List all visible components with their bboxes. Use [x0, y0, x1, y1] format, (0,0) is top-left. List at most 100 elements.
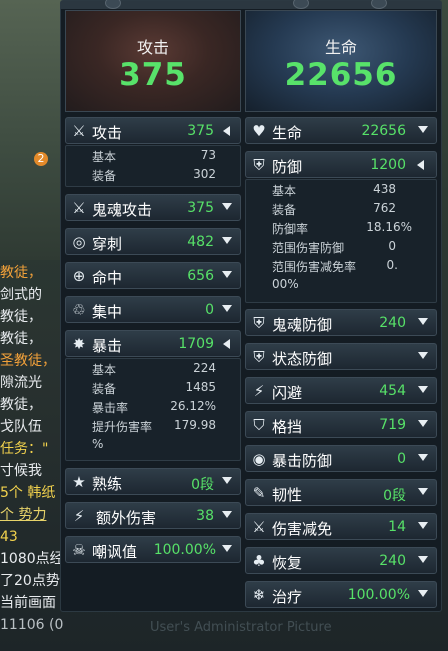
chat-line: 了20点势 [0, 573, 60, 589]
stat-label: 鬼魂防御 [272, 316, 333, 334]
chat-line: 43 [0, 529, 18, 545]
stat-value: 100.00% [153, 542, 216, 558]
collapse-arrow-icon[interactable] [417, 160, 424, 170]
stat-ghost-attack[interactable]: ⚔ 鬼魂攻击 375 [65, 194, 241, 221]
stat-ghost-defense[interactable]: ⛨ 鬼魂防御 240 [245, 309, 437, 336]
stat-label: 嘲讽值 [92, 543, 138, 561]
chat-log: 教徒， 剑式的 教徒， 教徒， 圣教徒， 隙流光 教徒， 戈队伍 任务：" 寸候我 5个 韩纸个 势… [0, 262, 64, 651]
expand-arrow-icon[interactable] [222, 477, 232, 484]
expand-arrow-icon[interactable] [418, 522, 428, 529]
expand-arrow-icon[interactable] [418, 386, 428, 393]
expand-arrow-icon[interactable] [222, 203, 232, 210]
breakdown-row: 装备 1485 [92, 380, 216, 396]
chat-line: 当前画面 [0, 595, 56, 611]
stat-status-defense[interactable]: ⛨ 状态防御 [245, 343, 437, 370]
chat-badge[interactable]: 2 [34, 152, 48, 166]
stat-defense[interactable]: ⛨ 防御 1200 [245, 151, 437, 178]
stat-evade[interactable]: ⚡ 闪避 454 [245, 377, 437, 404]
chat-line: 教徒， [0, 309, 42, 325]
chat-line: 戈队伍 [0, 419, 42, 435]
defense-breakdown: 基本 438 装备 762 防御率 18.16% 范围伤害防御 0 范围伤害减免… [245, 179, 437, 303]
stat-value: 454 [379, 383, 406, 399]
breakdown-value: 224 [193, 361, 216, 375]
breakdown-label: 基本 [92, 150, 117, 164]
expand-arrow-icon[interactable] [222, 305, 232, 312]
stat-toughness[interactable]: ✎ 韧性 0段 [245, 479, 437, 506]
hp-summary: 生命 22656 [245, 10, 437, 112]
shield-icon: ⛨ [253, 156, 265, 174]
stat-mastery[interactable]: ★ 熟练 0段 [65, 468, 241, 495]
stat-value: 1200 [370, 157, 406, 173]
stat-crit-defense[interactable]: ◉ 暴击防御 0 [245, 445, 437, 472]
pierce-icon: ◎ [72, 233, 86, 251]
chat-line: 剑式的 [0, 287, 42, 303]
breakdown-label: 基本 [92, 363, 117, 377]
breakdown-row-wrap: % [92, 437, 216, 453]
stat-label: 生命 [272, 124, 303, 142]
stat-value: 656 [187, 268, 214, 284]
stat-label: 命中 [92, 269, 123, 287]
stat-taunt[interactable]: ☠ 嘲讽值 100.00% [65, 536, 241, 563]
expand-arrow-icon[interactable] [418, 318, 428, 325]
breakdown-label: 防御率 [272, 222, 309, 236]
breakdown-label: 范围伤害减免率 [272, 260, 357, 274]
stat-value: 0段 [191, 477, 214, 493]
attack-summary-title: 攻击 [136, 38, 169, 57]
expand-arrow-icon[interactable] [222, 271, 232, 278]
stat-label: 状态防御 [272, 350, 333, 368]
expand-arrow-icon[interactable] [222, 511, 232, 518]
expand-arrow-icon[interactable] [222, 545, 232, 552]
watermark-text: User's Administrator Picture [150, 620, 332, 635]
breakdown-row: 装备 762 [272, 201, 396, 217]
breakdown-row: 提升伤害率 179.98 [92, 418, 216, 434]
breakdown-value: 0 [388, 239, 396, 253]
expand-arrow-icon[interactable] [418, 454, 428, 461]
sword-icon: ⚔ [72, 122, 86, 140]
ghost-shield-icon: ⛨ [253, 314, 265, 332]
stat-value: 38 [196, 508, 214, 524]
stat-label: 恢复 [272, 554, 303, 572]
expand-arrow-icon[interactable] [418, 488, 428, 495]
collapse-arrow-icon[interactable] [223, 339, 230, 349]
stat-hp[interactable]: ♥ 生命 22656 [245, 117, 437, 144]
character-stats-panel: 攻击 375 生命 22656 ⚔ 攻击 375 基本 73 装备 302 ⚔ … [60, 0, 442, 612]
expand-arrow-icon[interactable] [418, 590, 428, 597]
stat-value: 0 [205, 302, 214, 318]
expand-arrow-icon[interactable] [222, 237, 232, 244]
burst-icon: ✸ [72, 335, 86, 353]
stat-label: 集中 [92, 303, 123, 321]
chat-line: 圣教徒， [0, 353, 56, 369]
chat-line: 1080点经 [0, 551, 64, 567]
stat-label: 治疗 [272, 588, 303, 606]
stat-value: 1709 [178, 336, 214, 352]
stat-hit[interactable]: ⊕ 命中 656 [65, 262, 241, 289]
stat-recovery[interactable]: ♣ 恢复 240 [245, 547, 437, 574]
stat-healing[interactable]: ❄ 治疗 100.00% [245, 581, 437, 608]
stat-focus[interactable]: ♲ 集中 0 [65, 296, 241, 323]
stat-label: 额外伤害 [96, 509, 157, 527]
skull-icon: ☠ [72, 541, 86, 559]
chat-line: 个 势力 [0, 507, 47, 523]
expand-arrow-icon[interactable] [418, 126, 428, 133]
block-shield-icon: ⛉ [253, 416, 265, 434]
chat-line: 教徒， [0, 397, 42, 413]
stat-attack[interactable]: ⚔ 攻击 375 [65, 117, 241, 144]
stat-pierce[interactable]: ◎ 穿刺 482 [65, 228, 241, 255]
breakdown-row-wrap: 00% [272, 277, 396, 293]
focus-icon: ♲ [72, 301, 86, 319]
expand-arrow-icon[interactable] [418, 556, 428, 563]
stat-label: 暴击 [92, 337, 123, 355]
breakdown-value: 302 [193, 167, 216, 181]
stat-label: 格挡 [272, 418, 303, 436]
stat-damage-reduction[interactable]: ⚔ 伤害减免 14 [245, 513, 437, 540]
hp-summary-value: 22656 [284, 57, 398, 93]
stat-extra-damage[interactable]: ⚡ 额外伤害 38 [65, 502, 241, 529]
stat-crit[interactable]: ✸ 暴击 1709 [65, 330, 241, 357]
stat-block[interactable]: ⛉ 格挡 719 [245, 411, 437, 438]
crosshair-icon: ⊕ [72, 267, 86, 285]
expand-arrow-icon[interactable] [418, 352, 428, 359]
collapse-arrow-icon[interactable] [223, 126, 230, 136]
expand-arrow-icon[interactable] [418, 420, 428, 427]
stat-value: 22656 [361, 123, 406, 139]
sprout-icon: ♣ [252, 552, 266, 570]
